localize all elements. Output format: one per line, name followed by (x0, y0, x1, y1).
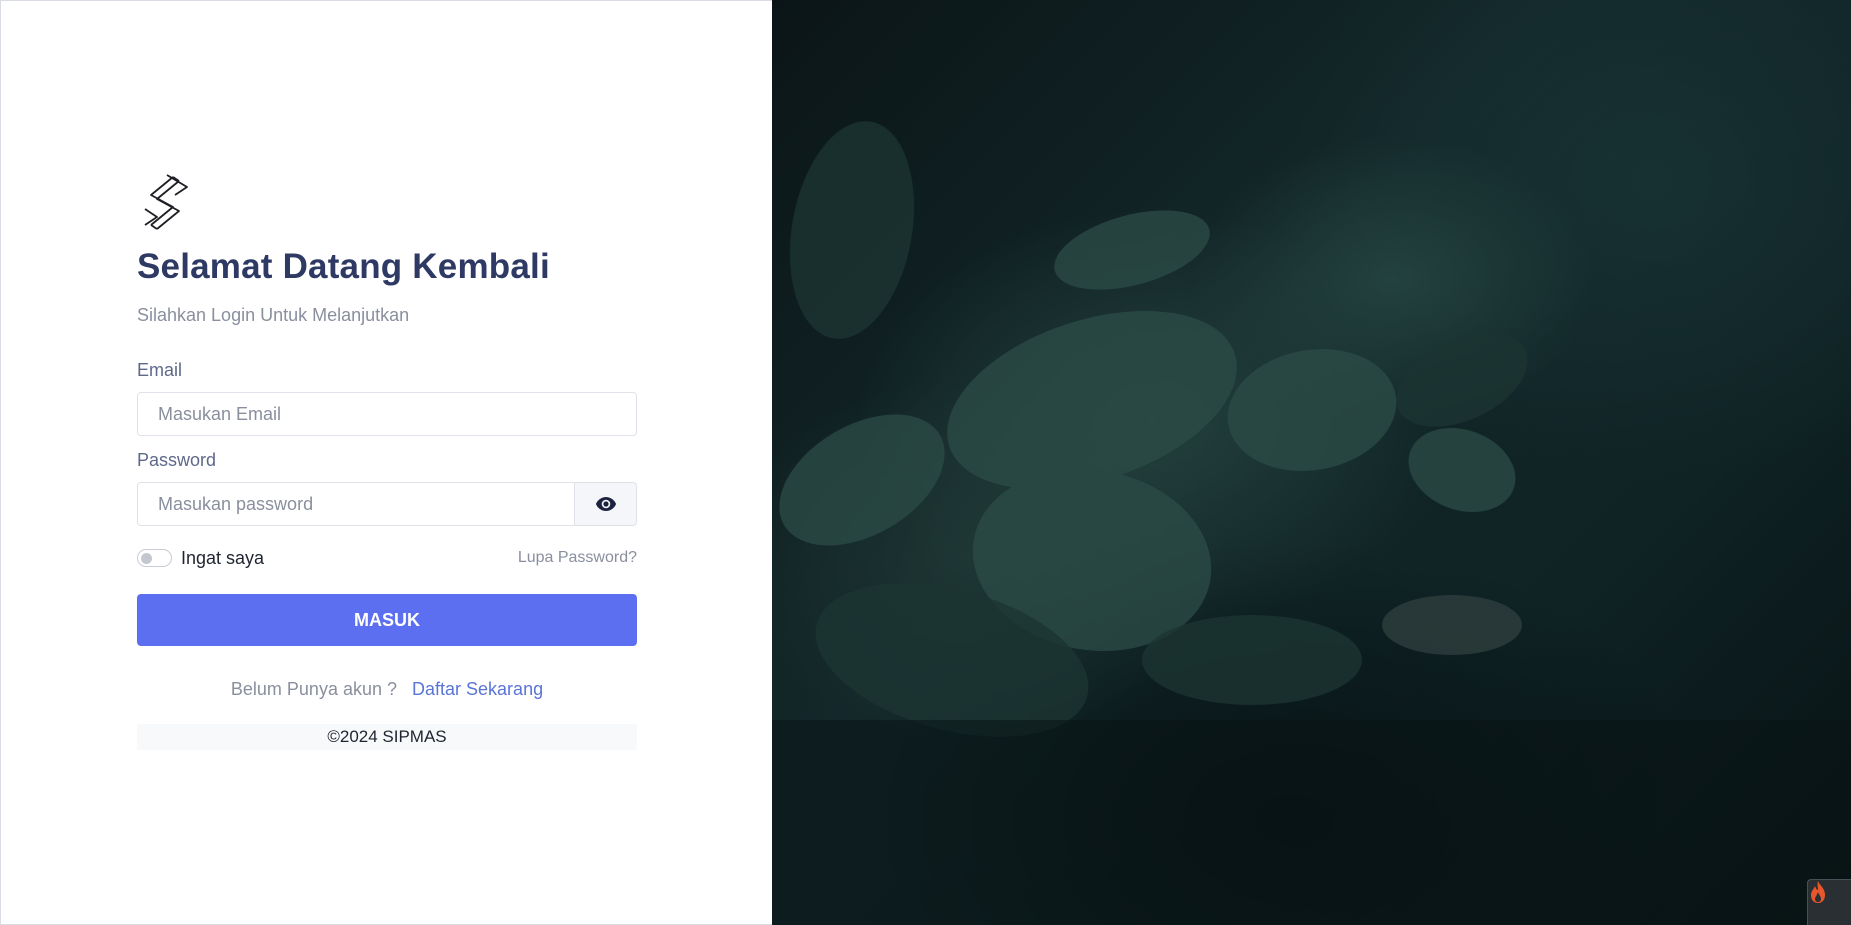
login-form: Selamat Datang Kembali Silahkan Login Un… (137, 173, 637, 750)
toggle-knob (141, 553, 152, 564)
toggle-password-button[interactable] (575, 482, 637, 526)
forgot-password-link[interactable]: Lupa Password? (518, 549, 637, 567)
flame-icon (1811, 881, 1825, 903)
jungle-foliage-illustration (772, 121, 1851, 925)
corner-badge[interactable] (1807, 879, 1851, 925)
background-image (772, 0, 1851, 925)
password-field[interactable] (138, 483, 574, 525)
password-group (137, 482, 637, 526)
register-link[interactable]: Daftar Sekarang (412, 679, 543, 699)
copyright-footer: ©2024 SIPMAS (137, 724, 637, 750)
login-options: Ingat saya Lupa Password? (137, 546, 637, 570)
login-button[interactable]: MASUK (137, 594, 637, 646)
page-subtitle: Silahkan Login Untuk Melanjutkan (137, 305, 410, 325)
password-label: Password (137, 450, 217, 470)
logo-icon (144, 174, 188, 230)
email-label: Email (137, 360, 183, 380)
remember-me: Ingat saya (137, 548, 264, 569)
email-field[interactable] (138, 393, 636, 435)
remember-toggle[interactable] (137, 549, 172, 567)
eye-icon (595, 497, 616, 511)
remember-label: Ingat saya (181, 547, 265, 568)
register-prompt: Belum Punya akun ? Daftar Sekarang (137, 679, 637, 700)
page-title: Selamat Datang Kembali (137, 247, 550, 286)
login-panel: Selamat Datang Kembali Silahkan Login Un… (0, 0, 772, 925)
register-question: Belum Punya akun ? (230, 679, 397, 699)
password-field-wrapper (137, 482, 575, 526)
email-field-wrapper (137, 392, 637, 436)
